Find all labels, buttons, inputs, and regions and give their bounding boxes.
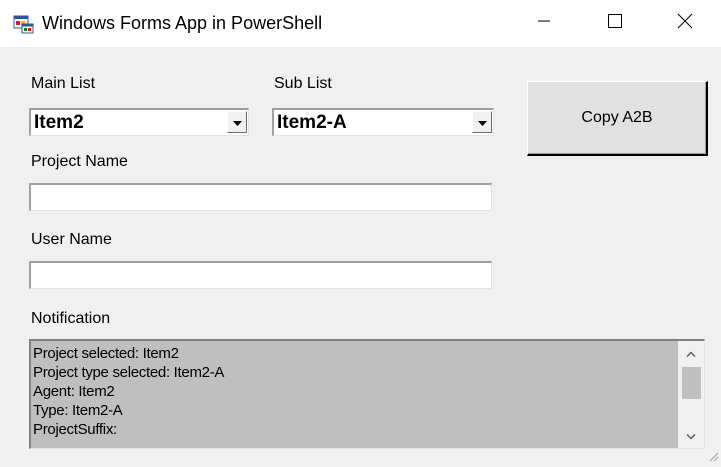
chevron-down-icon xyxy=(477,113,487,131)
main-list-selected-value: Item2 xyxy=(34,112,84,133)
notification-lines: Project selected: Item2 Project type sel… xyxy=(33,344,224,439)
maximize-icon xyxy=(607,13,623,34)
sub-list-dropdown[interactable]: Item2-A xyxy=(272,108,494,136)
resize-grip-icon[interactable] xyxy=(707,449,719,462)
user-name-input[interactable] xyxy=(29,261,492,289)
notification-line: Agent: Item2 xyxy=(33,383,115,400)
winforms-app-icon[interactable] xyxy=(13,12,35,34)
chevron-up-icon xyxy=(686,344,696,362)
sub-list-label: Sub List xyxy=(274,75,332,92)
main-list-dropdown-button[interactable] xyxy=(227,111,247,133)
notification-line: Project type selected: Item2-A xyxy=(33,364,225,381)
main-list-label: Main List xyxy=(31,75,96,92)
title-bar[interactable]: Windows Forms App in PowerShell xyxy=(0,0,721,47)
minimize-button[interactable] xyxy=(521,0,567,47)
copy-a2b-button[interactable]: Copy A2B xyxy=(527,81,708,156)
close-button[interactable] xyxy=(662,0,708,47)
user-name-label: User Name xyxy=(31,231,112,248)
chevron-down-icon xyxy=(686,427,696,445)
notification-scrollbar[interactable] xyxy=(678,341,704,448)
chevron-down-icon xyxy=(232,113,242,131)
notification-line: Project selected: Item2 xyxy=(33,345,179,362)
main-list-dropdown[interactable]: Item2 xyxy=(29,108,249,136)
notification-label: Notification xyxy=(31,310,111,327)
sub-list-dropdown-button[interactable] xyxy=(472,111,492,133)
scroll-down-button[interactable] xyxy=(678,426,704,446)
sub-list-selected-value: Item2-A xyxy=(277,112,347,133)
minimize-icon xyxy=(537,14,551,33)
project-name-label: Project Name xyxy=(31,153,128,170)
project-name-input[interactable] xyxy=(29,183,492,211)
scroll-thumb[interactable] xyxy=(682,367,701,399)
notification-line: Type: Item2-A xyxy=(33,402,123,419)
notification-line: ProjectSuffix: xyxy=(33,421,117,438)
close-icon xyxy=(677,13,693,34)
notification-textarea[interactable]: Project selected: Item2 Project type sel… xyxy=(29,339,705,449)
window-title: Windows Forms App in PowerShell xyxy=(42,13,323,33)
maximize-button[interactable] xyxy=(592,0,638,47)
scroll-up-button[interactable] xyxy=(678,343,704,363)
